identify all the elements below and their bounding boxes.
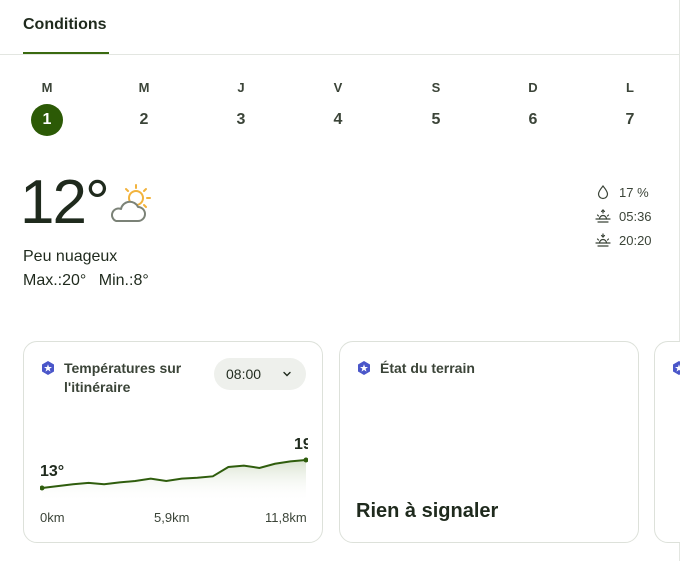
weather-stats: 17 % 05:36 20:20: [595, 180, 652, 252]
next-card-partial[interactable]: [654, 341, 680, 543]
day-number: 4: [333, 111, 343, 128]
shield-badge-icon: [42, 361, 54, 375]
day-7[interactable]: L 7: [610, 78, 650, 138]
start-temperature-label: 13°: [40, 463, 65, 480]
partly-cloudy-icon: [108, 183, 156, 227]
distance-label-start: 0km: [40, 510, 65, 525]
day-letter: M: [41, 80, 53, 95]
route-temperatures-card: Températures sur l'itinéraire 08:00 13° …: [23, 341, 323, 543]
distance-label-end: 11,8km: [265, 510, 307, 525]
card-title: État du terrain: [380, 360, 475, 376]
day-letter: V: [333, 80, 343, 95]
sunset-icon: [595, 233, 611, 247]
tab-conditions[interactable]: Conditions: [23, 16, 107, 34]
humidity-stat: 17 %: [595, 180, 652, 204]
time-select[interactable]: 08:00: [214, 358, 306, 390]
day-4[interactable]: V 4: [318, 78, 358, 138]
weather-description: Peu nuageux: [23, 248, 118, 265]
card-title: Températures sur l'itinéraire: [64, 360, 182, 395]
time-select-value: 08:00: [226, 366, 262, 382]
day-number: 3: [236, 111, 246, 128]
day-letter: D: [528, 80, 538, 95]
end-temperature-label: 19: [294, 436, 308, 453]
tab-bar: Conditions: [0, 0, 680, 55]
day-letter: L: [626, 80, 634, 95]
day-number: 1: [31, 104, 63, 136]
sunrise-time: 05:36: [619, 208, 652, 224]
day-number: 5: [431, 111, 441, 128]
day-1[interactable]: M 1: [27, 78, 67, 138]
droplet-icon: [597, 185, 609, 200]
day-5[interactable]: S 5: [416, 78, 456, 138]
terrain-state-card: État du terrain Rien à signaler: [339, 341, 639, 543]
sunset-time: 20:20: [619, 232, 652, 248]
day-number: 6: [528, 111, 538, 128]
day-number: 2: [139, 111, 149, 128]
chevron-down-icon: [283, 371, 291, 377]
shield-badge-icon: [358, 361, 370, 375]
day-letter: S: [431, 80, 441, 95]
min-max-temperature: Max.:20° Min.:8°: [23, 272, 149, 290]
temperature-profile-chart: 13° 19: [40, 432, 308, 502]
shield-badge-icon: [673, 361, 680, 375]
current-temperature: 12°: [20, 168, 110, 237]
day-6[interactable]: D 6: [513, 78, 553, 138]
sunset-stat: 20:20: [595, 228, 652, 252]
humidity-value: 17 %: [619, 184, 649, 200]
day-number: 7: [625, 111, 635, 128]
max-temperature: Max.:20°: [23, 272, 87, 289]
sunrise-icon: [595, 209, 611, 223]
day-letter: J: [237, 80, 245, 95]
tab-active-indicator: [23, 52, 109, 54]
temperature-profile-svg: [40, 457, 308, 502]
distance-label-mid: 5,9km: [154, 510, 190, 525]
day-selector: M 1 M 2 J 3 V 4 S 5 D 6 L 7: [0, 78, 680, 138]
terrain-status: Rien à signaler: [356, 500, 499, 522]
day-3[interactable]: J 3: [221, 78, 261, 138]
sunrise-stat: 05:36: [595, 204, 652, 228]
min-temperature: Min.:8°: [98, 272, 149, 289]
day-letter: M: [138, 80, 150, 95]
day-2[interactable]: M 2: [124, 78, 164, 138]
